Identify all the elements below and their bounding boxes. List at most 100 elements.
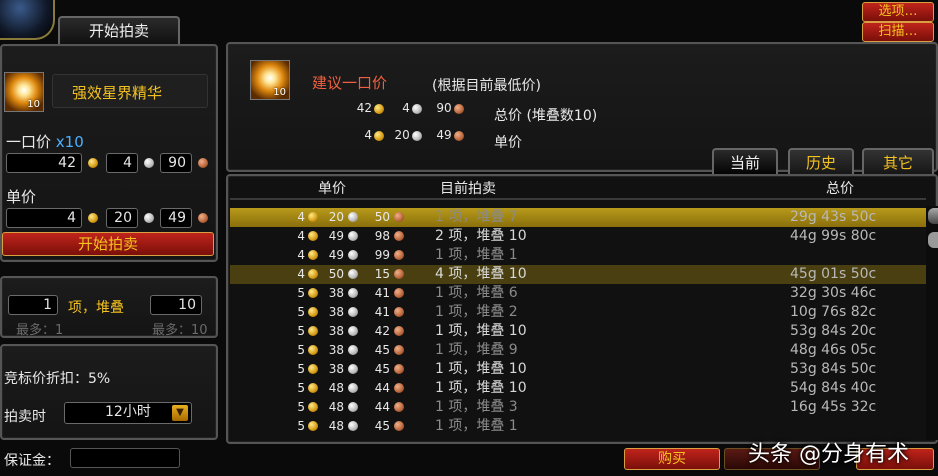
copper-coin-icon xyxy=(394,288,404,298)
header-divider xyxy=(230,198,926,200)
unit-silver: 38 xyxy=(328,362,344,376)
unit-copper: 41 xyxy=(374,286,390,300)
scroll-thumb[interactable] xyxy=(928,232,938,248)
unit-silver-input[interactable]: 20 xyxy=(106,208,138,228)
unit-copper: 45 xyxy=(374,362,390,376)
gold-coin-icon xyxy=(308,212,318,222)
unit-silver: 49 xyxy=(328,229,344,243)
silver-coin-icon xyxy=(348,250,358,260)
suggest-item-icon: 10 xyxy=(250,60,290,100)
current-auction: 1 项，堆叠 2 xyxy=(435,304,518,320)
max-stack-size-label: 最多：10 xyxy=(152,323,208,338)
table-row[interactable]: 4 49 99 1 项，堆叠 1 xyxy=(230,246,926,265)
table-row[interactable]: 5 48 44 1 项，堆叠 3 16g 45s 32c xyxy=(230,398,926,417)
total-price: 53g 84s 20c xyxy=(790,323,877,339)
tab-current[interactable]: 当前 xyxy=(712,148,778,176)
suggest-note: (根据目前最低价) xyxy=(432,78,541,94)
current-auction: 1 项，堆叠 10 xyxy=(435,380,527,396)
gold-coin-icon xyxy=(308,288,318,298)
silver-coin-icon xyxy=(348,269,358,279)
unit-copper: 50 xyxy=(374,210,390,224)
unit-silver: 38 xyxy=(328,343,344,357)
chevron-down-icon[interactable]: ▼ xyxy=(172,405,188,421)
total-price: 48g 46s 05c xyxy=(790,342,877,358)
copper-coin-icon xyxy=(394,402,404,412)
duration-label: 拍卖时 xyxy=(4,409,46,425)
copper-coin-icon xyxy=(394,231,404,241)
unit-price-label: 单价 xyxy=(6,188,37,206)
table-row[interactable]: 5 38 41 1 项，堆叠 6 32g 30s 46c xyxy=(230,284,926,303)
bid-discount-label: 竞标价折扣：5% xyxy=(4,371,111,387)
unit-copper-input[interactable]: 49 xyxy=(160,208,192,228)
scan-button[interactable]: 扫描… xyxy=(862,22,934,42)
options-button[interactable]: 选项… xyxy=(862,2,934,22)
silver-coin-icon xyxy=(348,307,358,317)
table-row[interactable]: 5 38 45 1 项，堆叠 10 53g 84s 50c xyxy=(230,360,926,379)
current-auction: 1 项，堆叠 9 xyxy=(435,342,518,358)
buy-button[interactable]: 购买 xyxy=(624,448,720,470)
unit-copper: 45 xyxy=(374,419,390,433)
deposit-value-box xyxy=(70,448,180,468)
silver-coin-icon xyxy=(348,364,358,374)
silver-coin-icon xyxy=(348,421,358,431)
suggest-title: 建议一口价 xyxy=(312,74,388,92)
scroll-up-icon[interactable] xyxy=(928,208,938,224)
suggest-total-label: 总价 (堆叠数10) xyxy=(494,108,598,124)
table-row[interactable]: 4 20 50 1 项，堆叠 7 29g 43s 50c xyxy=(230,208,926,227)
table-row[interactable]: 5 38 42 1 项，堆叠 10 53g 84s 20c xyxy=(230,322,926,341)
unit-silver: 48 xyxy=(328,400,344,414)
unit-silver: 38 xyxy=(328,305,344,319)
buyout-multiplier: x10 xyxy=(55,133,84,151)
tab-history[interactable]: 历史 xyxy=(788,148,854,176)
silver-coin-icon xyxy=(144,158,154,168)
deposit-label: 保证金： xyxy=(4,453,60,469)
buyout-silver-input[interactable]: 4 xyxy=(106,153,138,173)
table-row[interactable]: 4 49 98 2 项，堆叠 10 44g 99s 80c xyxy=(230,227,926,246)
total-price: 16g 45s 32c xyxy=(790,399,877,415)
gold-coin-icon xyxy=(88,213,98,223)
sell-item-count: 10 xyxy=(27,99,40,110)
column-header-unit[interactable]: 单价 xyxy=(318,178,346,198)
copper-coin-icon xyxy=(394,345,404,355)
silver-coin-icon xyxy=(348,231,358,241)
table-row[interactable]: 5 38 45 1 项，堆叠 9 48g 46s 05c xyxy=(230,341,926,360)
unit-silver: 38 xyxy=(328,286,344,300)
buyout-gold-input[interactable]: 42 xyxy=(6,153,82,173)
stack-count-input[interactable]: 1 xyxy=(8,295,58,315)
copper-coin-icon xyxy=(394,269,404,279)
unit-copper: 44 xyxy=(374,381,390,395)
silver-coin-icon xyxy=(348,402,358,412)
unit-gold: 5 xyxy=(297,419,305,433)
current-auction: 1 项，堆叠 7 xyxy=(435,209,518,225)
stacks-label: 项，堆叠 xyxy=(68,300,124,316)
unit-gold-input[interactable]: 4 xyxy=(6,208,82,228)
total-price: 54g 84s 40c xyxy=(790,380,877,396)
buyout-copper-input[interactable]: 90 xyxy=(160,153,192,173)
table-row[interactable]: 5 48 44 1 项，堆叠 10 54g 84s 40c xyxy=(230,379,926,398)
unit-gold: 5 xyxy=(297,286,305,300)
suggest-unit-label: 单价 xyxy=(494,135,522,151)
copper-coin-icon xyxy=(198,213,208,223)
start-auction-button[interactable]: 开始拍卖 xyxy=(2,232,214,256)
column-header-total[interactable]: 总价 xyxy=(826,178,854,198)
gold-coin-icon xyxy=(308,269,318,279)
stack-size-input[interactable]: 10 xyxy=(150,295,202,315)
sell-item-icon[interactable]: 10 xyxy=(4,72,44,112)
buyout-label: 一口价 x10 xyxy=(6,133,84,151)
unit-copper: 45 xyxy=(374,343,390,357)
unit-gold: 5 xyxy=(297,400,305,414)
tab-other[interactable]: 其它 xyxy=(862,148,934,176)
silver-coin-icon xyxy=(348,326,358,336)
gold-coin-icon xyxy=(308,421,318,431)
current-auction: 1 项，堆叠 3 xyxy=(435,399,518,415)
silver-coin-icon xyxy=(348,383,358,393)
table-row[interactable]: 5 48 45 1 项，堆叠 1 xyxy=(230,417,926,436)
table-row[interactable]: 4 50 15 4 项，堆叠 10 45g 01s 50c xyxy=(230,265,926,284)
unit-silver: 49 xyxy=(328,248,344,262)
column-header-current[interactable]: 目前拍卖 xyxy=(440,178,496,198)
total-price: 44g 99s 80c xyxy=(790,228,877,244)
copper-coin-icon xyxy=(394,307,404,317)
table-row[interactable]: 5 38 41 1 项，堆叠 2 10g 76s 82c xyxy=(230,303,926,322)
sell-item-name: 强效星界精华 xyxy=(72,84,163,102)
total-price: 10g 76s 82c xyxy=(790,304,877,320)
